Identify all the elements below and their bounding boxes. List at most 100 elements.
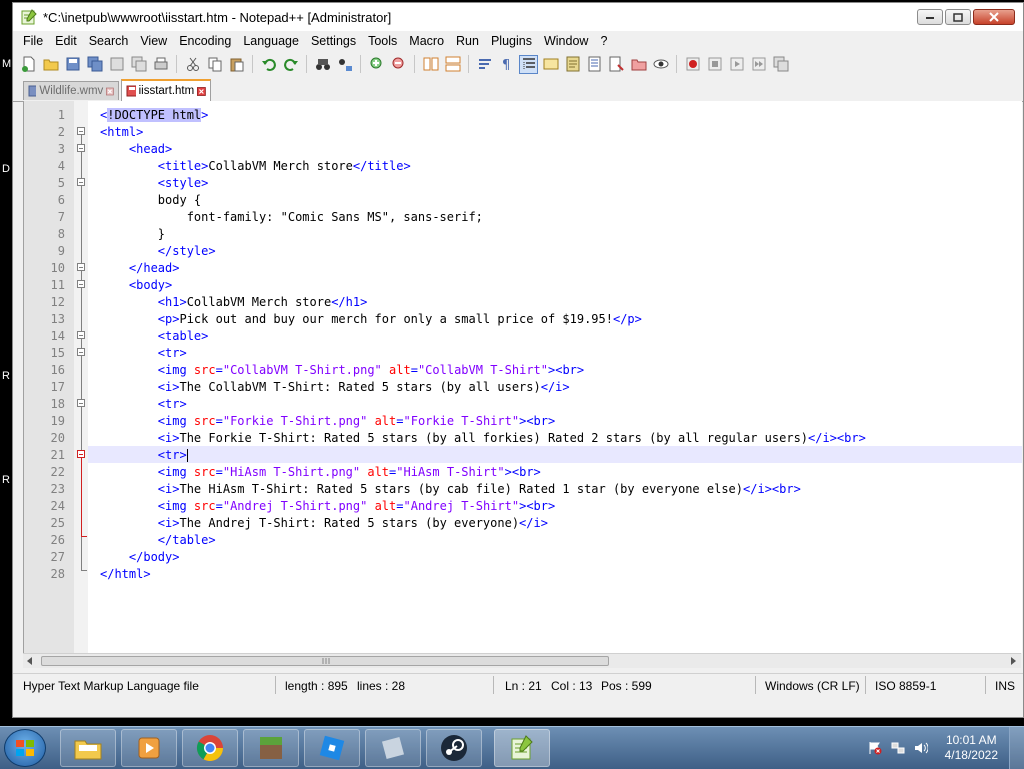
code-line[interactable]: 28 </html> — [51, 565, 1022, 582]
minimize-button[interactable] — [917, 9, 943, 25]
taskbar-file-explorer[interactable] — [60, 729, 116, 767]
tab-wildlife[interactable]: Wildlife.wmv — [23, 81, 119, 100]
code-line[interactable]: 9 </style> — [58, 242, 1022, 259]
code-line[interactable]: 22 <img src="HiAsm T-Shirt.png" alt="HiA… — [51, 463, 1022, 480]
code-line[interactable]: 25 <i>The Andrej T-Shirt: Rated 5 stars … — [51, 514, 1022, 531]
code-line[interactable]: 23 <i>The HiAsm T-Shirt: Rated 5 stars (… — [51, 480, 1022, 497]
code-line[interactable]: 12 <h1>CollabVM Merch store</h1> — [51, 293, 1022, 310]
fold-toggle[interactable] — [77, 178, 85, 186]
code-line[interactable]: 13 <p>Pick out and buy our merch for onl… — [51, 310, 1022, 327]
code-line[interactable]: 24 <img src="Andrej T-Shirt.png" alt="An… — [51, 497, 1022, 514]
code-line[interactable]: 27 </body> — [51, 548, 1022, 565]
scroll-left-icon[interactable] — [27, 657, 33, 665]
code-line[interactable]: 21 <tr> — [51, 446, 1022, 463]
close-button[interactable] — [973, 9, 1015, 25]
open-file-button[interactable] — [41, 55, 60, 74]
copy-button[interactable] — [205, 55, 224, 74]
close-icon[interactable] — [106, 86, 114, 97]
fold-toggle[interactable] — [77, 127, 85, 135]
stop-macro-button[interactable] — [705, 55, 724, 74]
save-button[interactable] — [63, 55, 82, 74]
menu-help[interactable]: ? — [594, 34, 613, 48]
menu-file[interactable]: File — [17, 34, 49, 48]
code-line[interactable]: 6 body { — [58, 191, 1022, 208]
code-line[interactable]: 16 <img src="CollabVM T-Shirt.png" alt="… — [51, 361, 1022, 378]
tab-iisstart[interactable]: iisstart.htm — [121, 79, 211, 101]
code-line[interactable]: 11 <body> — [51, 276, 1022, 293]
code-line[interactable]: 5 <style> — [58, 174, 1022, 191]
word-wrap-button[interactable] — [475, 55, 494, 74]
new-file-button[interactable] — [19, 55, 38, 74]
menu-plugins[interactable]: Plugins — [485, 34, 538, 48]
close-file-button[interactable] — [107, 55, 126, 74]
print-button[interactable] — [151, 55, 170, 74]
menu-macro[interactable]: Macro — [403, 34, 450, 48]
undo-button[interactable] — [259, 55, 278, 74]
menu-search[interactable]: Search — [83, 34, 135, 48]
show-desktop-button[interactable] — [1009, 727, 1024, 769]
status-eol[interactable]: Windows (CR LF) — [765, 679, 860, 693]
maximize-button[interactable] — [945, 9, 971, 25]
taskbar-blank-app[interactable] — [365, 729, 421, 767]
menu-settings[interactable]: Settings — [305, 34, 362, 48]
user-language-button[interactable] — [541, 55, 560, 74]
zoom-in-button[interactable] — [367, 55, 386, 74]
fold-toggle[interactable] — [77, 263, 85, 271]
taskbar-chrome[interactable] — [182, 729, 238, 767]
sync-horizontal-button[interactable] — [443, 55, 462, 74]
run-macro-multiple-button[interactable] — [749, 55, 768, 74]
code-line[interactable]: 2 <html> — [58, 123, 1022, 140]
close-all-button[interactable] — [129, 55, 148, 74]
menu-run[interactable]: Run — [450, 34, 485, 48]
code-line[interactable]: 15 <tr> — [51, 344, 1022, 361]
code-line[interactable]: 8 } — [58, 225, 1022, 242]
status-encoding[interactable]: ISO 8859-1 — [875, 679, 936, 693]
monitoring-button[interactable] — [651, 55, 670, 74]
horizontal-scrollbar[interactable] — [23, 653, 1021, 668]
fold-toggle[interactable] — [77, 348, 85, 356]
record-macro-button[interactable] — [683, 55, 702, 74]
cut-button[interactable] — [183, 55, 202, 74]
start-button[interactable] — [4, 729, 46, 767]
menu-view[interactable]: View — [134, 34, 173, 48]
system-clock[interactable]: 10:01 AM 4/18/2022 — [945, 733, 998, 763]
close-icon[interactable] — [197, 86, 206, 97]
fold-toggle[interactable] — [77, 280, 85, 288]
taskbar-notepad-plus-plus[interactable] — [494, 729, 550, 767]
volume-icon[interactable] — [914, 741, 928, 755]
taskbar-steam[interactable] — [426, 729, 482, 767]
taskbar-roblox[interactable] — [304, 729, 360, 767]
code-line[interactable]: 10 </head> — [51, 259, 1022, 276]
fold-toggle[interactable] — [77, 331, 85, 339]
indent-guide-button[interactable] — [519, 54, 538, 74]
code-line[interactable]: 3 <head> — [58, 140, 1022, 157]
taskbar-minecraft[interactable] — [243, 729, 299, 767]
menu-edit[interactable]: Edit — [49, 34, 83, 48]
fold-toggle[interactable] — [77, 450, 85, 458]
find-button[interactable] — [313, 55, 332, 74]
menu-tools[interactable]: Tools — [362, 34, 403, 48]
taskbar-media-player[interactable] — [121, 729, 177, 767]
title-bar[interactable]: *C:\inetpub\wwwroot\iisstart.htm - Notep… — [13, 3, 1023, 31]
menu-window[interactable]: Window — [538, 34, 594, 48]
status-insert-mode[interactable]: INS — [995, 679, 1015, 693]
save-macro-button[interactable] — [771, 55, 790, 74]
code-text-area[interactable]: 1 <!DOCTYPE html> 2 <html> 3 <head> 4 <title>… — [51, 101, 1022, 653]
replace-button[interactable] — [335, 55, 354, 74]
function-list-button[interactable] — [585, 55, 604, 74]
menu-encoding[interactable]: Encoding — [173, 34, 237, 48]
code-line[interactable]: 18 <tr> — [51, 395, 1022, 412]
project-panel-button[interactable] — [629, 55, 648, 74]
menu-language[interactable]: Language — [237, 34, 305, 48]
code-line[interactable]: 17 <i>The CollabVM T-Shirt: Rated 5 star… — [51, 378, 1022, 395]
network-icon[interactable] — [891, 741, 905, 755]
redo-button[interactable] — [281, 55, 300, 74]
sync-vertical-button[interactable] — [421, 55, 440, 74]
play-macro-button[interactable] — [727, 55, 746, 74]
folder-workspace-button[interactable] — [607, 55, 626, 74]
zoom-out-button[interactable] — [389, 55, 408, 74]
code-line[interactable]: 14 <table> — [51, 327, 1022, 344]
fold-toggle[interactable] — [77, 399, 85, 407]
code-line[interactable]: 20 <i>The Forkie T-Shirt: Rated 5 stars … — [51, 429, 1022, 446]
show-all-characters-button[interactable]: ¶ — [497, 55, 516, 74]
